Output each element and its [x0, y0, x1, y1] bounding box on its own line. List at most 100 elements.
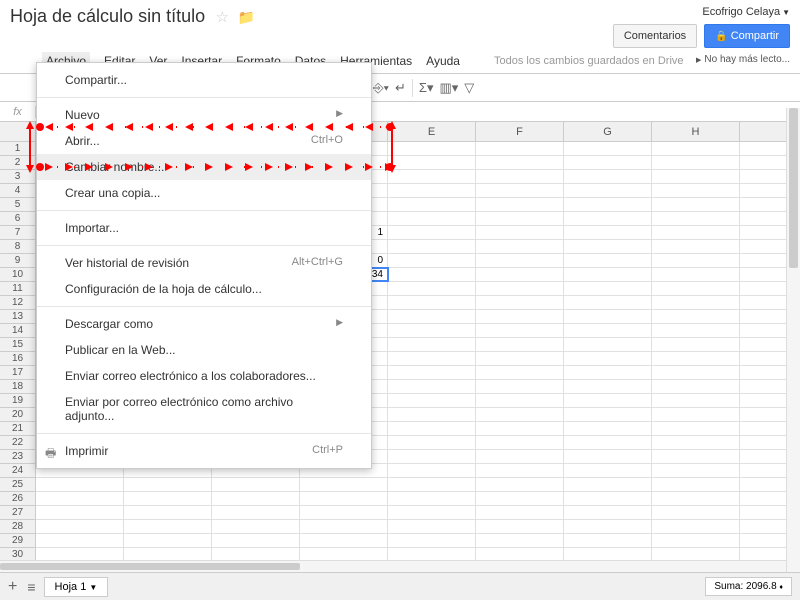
cell[interactable] — [476, 352, 564, 365]
cell[interactable] — [388, 380, 476, 393]
row-header[interactable]: 3 — [0, 170, 35, 184]
cell[interactable] — [388, 212, 476, 225]
vertical-scrollbar[interactable] — [786, 108, 800, 572]
cell[interactable] — [564, 184, 652, 197]
cell[interactable] — [564, 282, 652, 295]
cell[interactable] — [564, 142, 652, 155]
cell[interactable] — [564, 240, 652, 253]
chart-icon[interactable]: ▥▾ — [439, 80, 458, 96]
menu-item-enviar-por-correo-electr-nico-como-archivo-adjunto-[interactable]: Enviar por correo electrónico como archi… — [37, 389, 371, 429]
cell[interactable] — [388, 352, 476, 365]
cell[interactable] — [476, 142, 564, 155]
cell[interactable] — [652, 142, 740, 155]
row-header[interactable]: 22 — [0, 436, 35, 450]
menu-item-abrir-[interactable]: Abrir...Ctrl+O — [37, 128, 371, 154]
cell[interactable] — [652, 408, 740, 421]
cell[interactable] — [652, 422, 740, 435]
cell[interactable] — [652, 534, 740, 547]
share-button[interactable]: 🔒Compartir — [704, 24, 790, 48]
cell[interactable] — [388, 324, 476, 337]
cell[interactable] — [476, 422, 564, 435]
row-header[interactable]: 21 — [0, 422, 35, 436]
row-header[interactable]: 1 — [0, 142, 35, 156]
folder-icon[interactable]: 📁 — [237, 9, 254, 25]
cell[interactable] — [652, 170, 740, 183]
cell[interactable] — [124, 478, 212, 491]
row-header[interactable]: 5 — [0, 198, 35, 212]
cell[interactable] — [476, 408, 564, 421]
cell[interactable] — [652, 492, 740, 505]
cell[interactable] — [476, 170, 564, 183]
cell[interactable] — [652, 450, 740, 463]
cell[interactable] — [564, 408, 652, 421]
menu-item-importar-[interactable]: Importar... — [37, 215, 371, 241]
cell[interactable] — [388, 198, 476, 211]
cell[interactable] — [212, 492, 300, 505]
menu-ayuda[interactable]: Ayuda — [426, 54, 460, 68]
menu-item-imprimir[interactable]: 🖶ImprimirCtrl+P — [37, 438, 371, 464]
cell[interactable] — [564, 366, 652, 379]
row-header[interactable]: 13 — [0, 310, 35, 324]
doc-title[interactable]: Hoja de cálculo sin título — [10, 6, 205, 27]
cell[interactable] — [652, 240, 740, 253]
cell[interactable] — [476, 436, 564, 449]
cell[interactable] — [652, 254, 740, 267]
row-header[interactable]: 24 — [0, 464, 35, 478]
row-header[interactable]: 9 — [0, 254, 35, 268]
cell[interactable] — [652, 380, 740, 393]
cell[interactable] — [564, 338, 652, 351]
cell[interactable] — [36, 520, 124, 533]
cell[interactable] — [652, 338, 740, 351]
cell[interactable] — [388, 338, 476, 351]
cell[interactable] — [564, 296, 652, 309]
cell[interactable] — [388, 254, 476, 267]
cell[interactable] — [564, 268, 652, 281]
cell[interactable] — [388, 156, 476, 169]
cell[interactable] — [124, 506, 212, 519]
cell[interactable] — [476, 464, 564, 477]
menu-item-cambiar-nombre-[interactable]: Cambiar nombre... — [37, 154, 371, 180]
cell[interactable] — [36, 478, 124, 491]
star-icon[interactable]: ☆ — [216, 9, 229, 26]
row-header[interactable]: 14 — [0, 324, 35, 338]
row-header[interactable]: 2 — [0, 156, 35, 170]
cell[interactable] — [476, 184, 564, 197]
cell[interactable] — [388, 226, 476, 239]
select-all-corner[interactable] — [0, 122, 36, 142]
cell[interactable] — [476, 282, 564, 295]
row-header[interactable]: 19 — [0, 394, 35, 408]
cell[interactable] — [564, 422, 652, 435]
cell[interactable] — [476, 296, 564, 309]
cell[interactable] — [476, 212, 564, 225]
cell[interactable] — [652, 352, 740, 365]
cell[interactable] — [300, 520, 388, 533]
cell[interactable] — [476, 240, 564, 253]
cell[interactable] — [300, 478, 388, 491]
cell[interactable] — [388, 366, 476, 379]
row-header[interactable]: 6 — [0, 212, 35, 226]
sum-display[interactable]: Suma: 2096.8 ♦ — [705, 577, 792, 596]
cell[interactable] — [652, 366, 740, 379]
cell[interactable] — [564, 352, 652, 365]
cell[interactable] — [476, 338, 564, 351]
cell[interactable] — [564, 324, 652, 337]
cell[interactable] — [388, 394, 476, 407]
cell[interactable] — [564, 170, 652, 183]
cell[interactable] — [388, 408, 476, 421]
cell[interactable] — [564, 212, 652, 225]
cell[interactable] — [564, 198, 652, 211]
all-sheets-button[interactable]: ≡ — [27, 579, 35, 595]
cell[interactable] — [388, 268, 476, 281]
cell[interactable] — [124, 492, 212, 505]
cell[interactable] — [388, 464, 476, 477]
row-header[interactable]: 7 — [0, 226, 35, 240]
cell[interactable] — [388, 296, 476, 309]
sheet-tab[interactable]: Hoja 1 ▼ — [44, 577, 109, 597]
cell[interactable] — [652, 212, 740, 225]
cell[interactable] — [564, 506, 652, 519]
sigma-icon[interactable]: Σ▾ — [419, 80, 434, 96]
cell[interactable] — [652, 198, 740, 211]
cell[interactable] — [476, 156, 564, 169]
cell[interactable] — [476, 450, 564, 463]
menu-item-publicar-en-la-web-[interactable]: Publicar en la Web... — [37, 337, 371, 363]
